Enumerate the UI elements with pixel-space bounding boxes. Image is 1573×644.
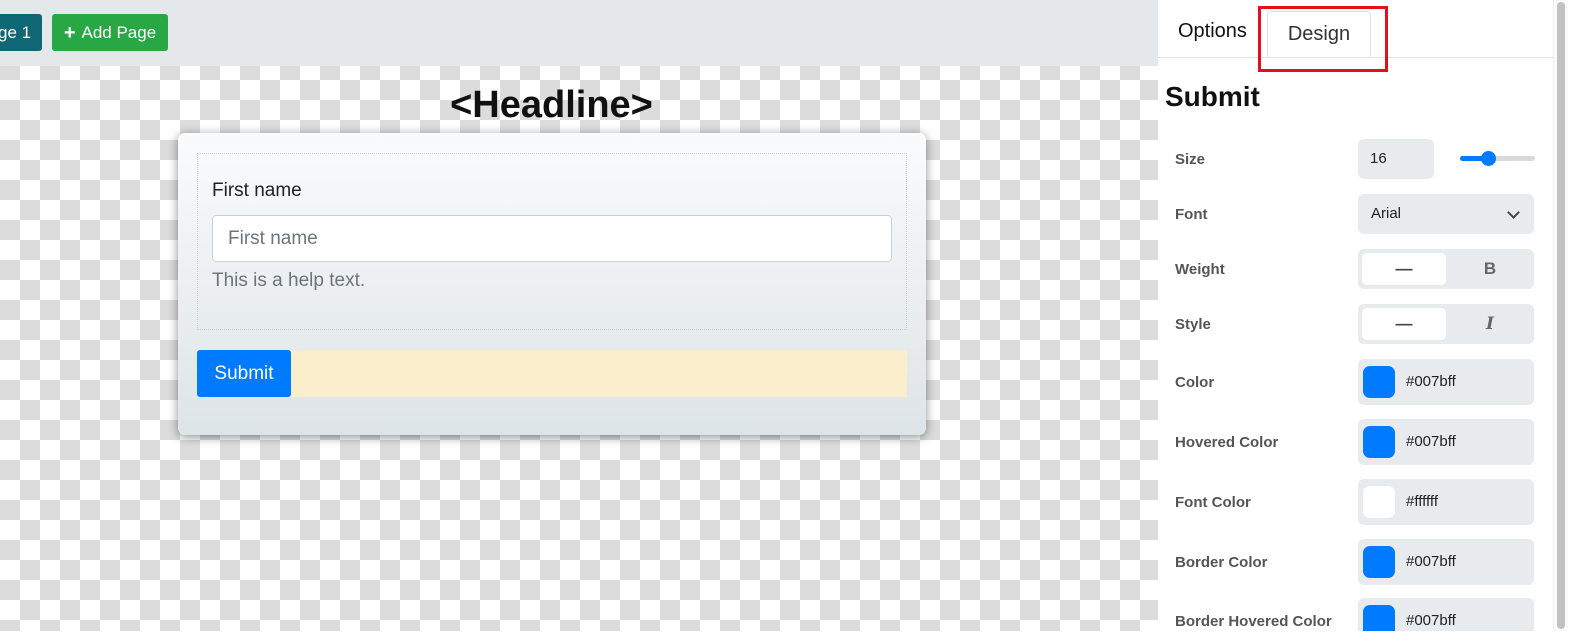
border-color-swatch[interactable] [1363,546,1395,578]
border-hovered-color-hex[interactable]: #007bff [1406,598,1456,644]
weight-normal-option[interactable]: — [1362,253,1446,285]
color-field[interactable]: #007bff [1358,359,1534,405]
border-color-label: Border Color [1175,554,1268,571]
style-toggle: — I [1358,304,1534,344]
first-name-field-block[interactable]: First name First name This is a help tex… [197,153,907,330]
help-text: This is a help text. [212,270,366,291]
design-tab-highlight [1258,6,1388,72]
size-slider-thumb[interactable] [1480,151,1496,166]
style-normal-option[interactable]: — [1362,308,1446,340]
submit-button[interactable]: Submit [197,350,291,397]
font-label: Font [1175,206,1208,223]
hovered-color-swatch[interactable] [1363,426,1395,458]
font-select-value: Arial [1371,205,1402,222]
border-hovered-color-label: Border Hovered Color [1175,613,1332,630]
first-name-input[interactable]: First name [212,215,892,262]
size-label: Size [1175,151,1206,168]
border-hovered-color-swatch[interactable] [1363,605,1395,631]
chevron-down-icon [1507,206,1520,219]
page-toolbar: ge 1 + Add Page [0,0,1158,66]
hovered-color-hex[interactable]: #007bff [1406,419,1456,465]
font-color-hex[interactable]: #ffffff [1406,479,1438,525]
properties-panel: Options Design Submit Size 16 Font Arial… [1158,0,1573,631]
weight-toggle: — B [1358,249,1534,289]
submit-row-selected[interactable]: Submit [197,350,907,397]
size-slider[interactable] [1460,151,1535,166]
page-tab[interactable]: ge 1 [0,14,42,51]
add-page-label: Add Page [81,23,157,42]
color-swatch[interactable] [1363,366,1395,398]
panel-tabs: Options Design [1158,0,1553,72]
add-page-button[interactable]: + Add Page [52,14,168,51]
form-canvas: ge 1 + Add Page <Headline> First name Fi… [0,0,1158,631]
panel-scrollbar[interactable] [1553,0,1568,631]
color-hex[interactable]: #007bff [1406,359,1456,405]
weight-bold-option[interactable]: B [1448,253,1532,285]
border-hovered-color-field[interactable]: #007bff [1358,598,1534,631]
style-italic-option[interactable]: I [1448,308,1532,340]
border-color-hex[interactable]: #007bff [1406,539,1456,585]
size-input[interactable]: 16 [1358,139,1434,179]
form-headline[interactable]: <Headline> [0,84,1103,127]
border-color-field[interactable]: #007bff [1358,539,1534,585]
weight-label: Weight [1175,261,1225,278]
plus-icon: + [63,21,76,44]
panel-title: Submit [1165,81,1260,112]
font-color-swatch[interactable] [1363,486,1395,518]
font-color-label: Font Color [1175,494,1251,511]
font-select[interactable]: Arial [1358,194,1534,234]
hovered-color-label: Hovered Color [1175,434,1279,451]
style-label: Style [1175,316,1211,333]
page-tab-label: ge 1 [0,23,32,42]
first-name-label: First name [212,180,302,201]
hovered-color-field[interactable]: #007bff [1358,419,1534,465]
form-card: First name First name This is a help tex… [178,133,926,435]
tab-options[interactable]: Options [1178,20,1247,43]
color-label: Color [1175,374,1215,391]
panel-scrollbar-thumb[interactable] [1557,2,1565,629]
font-color-field[interactable]: #ffffff [1358,479,1534,525]
